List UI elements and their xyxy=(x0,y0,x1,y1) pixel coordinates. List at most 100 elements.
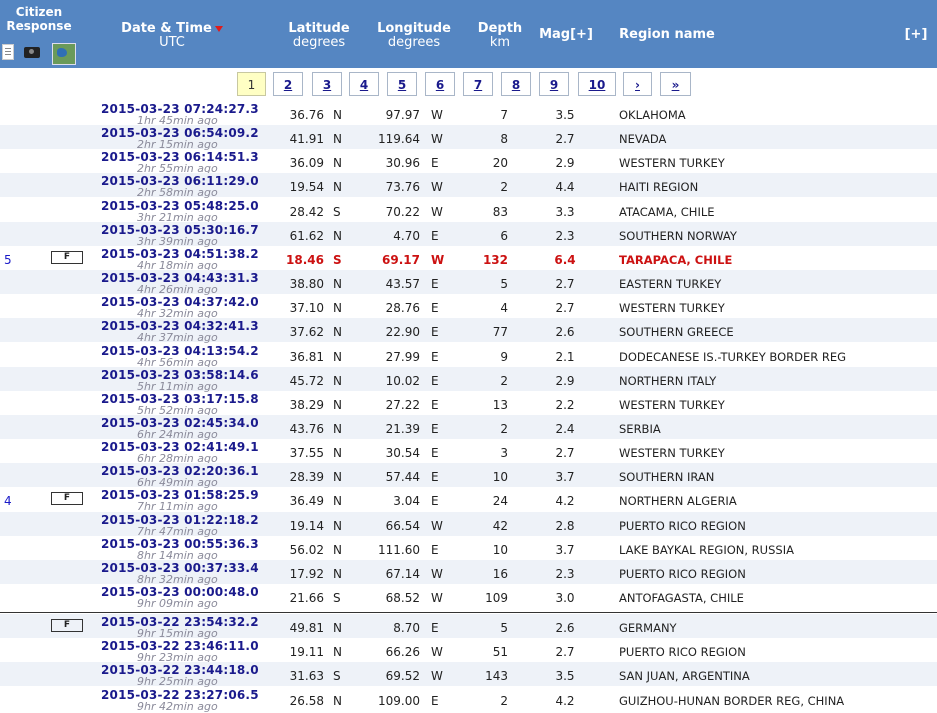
depth-value: 10 xyxy=(492,543,508,557)
table-row[interactable]: 2015-03-23 00:37:33.4 8hr 32min ago 17.92 N… xyxy=(0,560,937,586)
latitude-header[interactable]: Latitude degrees xyxy=(282,22,356,50)
table-row[interactable]: 2015-03-23 06:14:51.3 2hr 55min ago 36.09 N… xyxy=(0,149,937,175)
latitude-value: 19.14 xyxy=(289,519,324,533)
magnitude-value: 2.6 xyxy=(555,621,575,635)
page-link[interactable]: 6 xyxy=(425,72,455,96)
region-name: OKLAHOMA xyxy=(619,108,686,122)
table-row[interactable]: 2015-03-22 23:27:06.5 9hr 42min ago 26.58 N… xyxy=(0,687,937,713)
latitude-hemisphere: N xyxy=(333,325,342,339)
longitude-hemisphere: W xyxy=(431,519,443,533)
longitude-value: 69.52 xyxy=(385,669,420,683)
depth-value: 5 xyxy=(500,621,508,635)
longitude-hemisphere: E xyxy=(431,398,439,412)
felt-report-count[interactable]: 4 xyxy=(4,494,12,508)
table-row[interactable]: 2015-03-23 04:32:41.3 4hr 37min ago 37.62 N… xyxy=(0,318,937,344)
latitude-value: 36.81 xyxy=(289,350,324,364)
document-icon[interactable] xyxy=(2,44,14,60)
magnitude-value: 2.7 xyxy=(555,132,575,146)
page-link[interactable]: 10 xyxy=(578,72,616,96)
table-row[interactable]: 2015-03-23 05:30:16.7 3hr 39min ago 61.62 N… xyxy=(0,222,937,248)
table-row[interactable]: 2015-03-23 04:43:31.3 4hr 26min ago 38.80 N… xyxy=(0,270,937,296)
depth-header[interactable]: Depth km xyxy=(472,22,528,50)
page-link[interactable]: » xyxy=(660,72,691,96)
longitude-value: 22.90 xyxy=(385,325,420,339)
latitude-value: 49.81 xyxy=(289,621,324,635)
table-row[interactable]: 2015-03-23 02:45:34.0 6hr 24min ago 43.76 N… xyxy=(0,415,937,441)
felt-report-button[interactable]: F xyxy=(51,492,83,505)
latitude-hemisphere: N xyxy=(333,132,342,146)
table-row[interactable]: F 2015-03-22 23:54:32.2 9hr 15min ago 49.81… xyxy=(0,614,937,640)
page-link[interactable]: 8 xyxy=(501,72,531,96)
latitude-hemisphere: N xyxy=(333,277,342,291)
magnitude-value: 4.2 xyxy=(555,494,575,508)
table-row[interactable]: 2015-03-23 02:41:49.1 6hr 28min ago 37.55 N… xyxy=(0,439,937,465)
page-link[interactable]: 9 xyxy=(539,72,569,96)
felt-report-button[interactable]: F xyxy=(51,619,83,632)
longitude-value: 68.52 xyxy=(385,591,420,605)
camera-icon[interactable] xyxy=(24,47,40,58)
table-row[interactable]: 2015-03-23 01:22:18.2 7hr 47min ago 19.14 N… xyxy=(0,512,937,538)
longitude-label[interactable]: Longitude xyxy=(377,21,451,36)
date-time-label[interactable]: Date & Time xyxy=(121,21,212,36)
page-link[interactable]: 4 xyxy=(349,72,379,96)
longitude-hemisphere: E xyxy=(431,229,439,243)
longitude-hemisphere: E xyxy=(431,301,439,315)
latitude-hemisphere: N xyxy=(333,108,342,122)
page-link[interactable]: 7 xyxy=(463,72,493,96)
felt-report-button[interactable]: F xyxy=(51,251,83,264)
longitude-hemisphere: W xyxy=(431,669,443,683)
region-header[interactable]: Region name xyxy=(612,28,722,42)
table-row[interactable]: 2015-03-23 02:20:36.1 6hr 49min ago 28.39 N… xyxy=(0,463,937,489)
map-icon[interactable] xyxy=(52,43,76,65)
table-row[interactable]: 2015-03-22 23:46:11.0 9hr 23min ago 19.11 N… xyxy=(0,638,937,664)
latitude-value: 19.54 xyxy=(289,180,324,194)
latitude-hemisphere: S xyxy=(333,253,342,267)
depth-value: 132 xyxy=(482,253,508,267)
magnitude-value: 2.3 xyxy=(555,229,575,243)
sort-desc-icon[interactable] xyxy=(214,25,223,32)
page-link[interactable]: 5 xyxy=(387,72,417,96)
table-row[interactable]: 2015-03-23 04:37:42.0 4hr 32min ago 37.10 N… xyxy=(0,294,937,320)
table-row[interactable]: 2015-03-23 00:00:48.0 9hr 09min ago 21.66 S… xyxy=(0,584,937,610)
longitude-hemisphere: E xyxy=(431,494,439,508)
region-name: ANTOFAGASTA, CHILE xyxy=(619,591,744,605)
table-row[interactable]: 2015-03-23 04:13:54.2 4hr 56min ago 36.81 N… xyxy=(0,343,937,369)
latitude-label[interactable]: Latitude xyxy=(288,21,349,36)
expand-columns-button[interactable]: [+] xyxy=(898,28,934,42)
latitude-hemisphere: N xyxy=(333,229,342,243)
table-row[interactable]: 2015-03-23 03:17:15.8 5hr 52min ago 38.29 N… xyxy=(0,391,937,417)
longitude-hemisphere: W xyxy=(431,132,443,146)
table-row[interactable]: 2015-03-23 00:55:36.3 8hr 14min ago 56.02 N… xyxy=(0,536,937,562)
latitude-value: 28.39 xyxy=(289,470,324,484)
depth-value: 5 xyxy=(500,277,508,291)
table-row[interactable]: 2015-03-23 06:11:29.0 2hr 58min ago 19.54 N… xyxy=(0,173,937,199)
longitude-value: 8.70 xyxy=(393,621,420,635)
latitude-hemisphere: N xyxy=(333,519,342,533)
page-link[interactable]: 2 xyxy=(273,72,303,96)
region-name: GUIZHOU-HUNAN BORDER REG, CHINA xyxy=(619,694,845,708)
table-row[interactable]: 2015-03-22 23:44:18.0 9hr 25min ago 31.63 S… xyxy=(0,662,937,688)
depth-label[interactable]: Depth xyxy=(478,21,522,36)
depth-value: 8 xyxy=(500,132,508,146)
date-time-header[interactable]: Date & Time UTC xyxy=(120,22,224,50)
table-row[interactable]: 4 F 2015-03-23 01:58:25.9 7hr 11min ago 36.4… xyxy=(0,487,937,513)
page-link[interactable]: 1 xyxy=(237,72,266,96)
felt-report-count[interactable]: 5 xyxy=(4,253,12,267)
magnitude-header[interactable]: Mag[+] xyxy=(536,28,596,42)
table-row[interactable]: 2015-03-23 06:54:09.2 2hr 15min ago 41.91 N… xyxy=(0,125,937,151)
longitude-value: 30.54 xyxy=(385,446,420,460)
latitude-value: 36.76 xyxy=(289,108,324,122)
page-link[interactable]: 3 xyxy=(312,72,342,96)
table-row[interactable]: 5 F 2015-03-23 04:51:38.2 4hr 18min ago 18.4… xyxy=(0,246,937,272)
event-age: 9hr 42min ago xyxy=(137,700,218,713)
page-link[interactable]: › xyxy=(623,72,652,96)
depth-value: 42 xyxy=(492,519,508,533)
region-name: SOUTHERN IRAN xyxy=(619,470,715,484)
region-name: SAN JUAN, ARGENTINA xyxy=(619,669,750,683)
longitude-hemisphere: E xyxy=(431,470,439,484)
latitude-hemisphere: N xyxy=(333,446,342,460)
table-row[interactable]: 2015-03-23 07:24:27.3 1hr 45min ago 36.76 N… xyxy=(0,101,937,127)
table-row[interactable]: 2015-03-23 05:48:25.0 3hr 21min ago 28.42 S… xyxy=(0,198,937,224)
table-row[interactable]: 2015-03-23 03:58:14.6 5hr 11min ago 45.72 N… xyxy=(0,367,937,393)
longitude-header[interactable]: Longitude degrees xyxy=(376,22,452,50)
